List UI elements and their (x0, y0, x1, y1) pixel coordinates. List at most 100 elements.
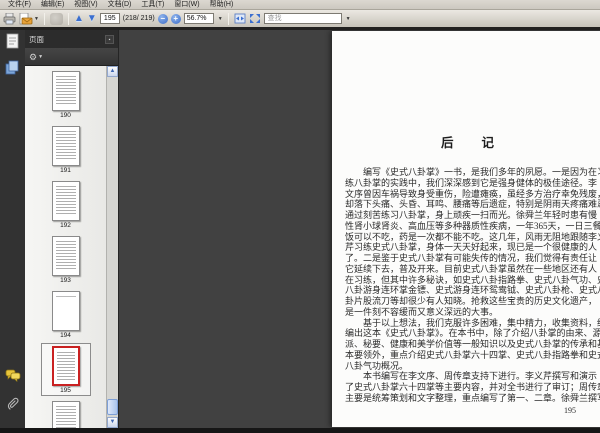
toolbar-separator (227, 12, 229, 25)
options-gear-icon[interactable]: ⚙ (29, 52, 37, 62)
text-line: 本要领外，重点介绍史式八卦掌六十四掌、史式八卦指路拳和史式 (345, 349, 600, 360)
menu-item[interactable]: 文件(F) (3, 0, 36, 10)
comments-panel-tab[interactable] (5, 369, 21, 387)
thumbnail-selection: 192 (41, 178, 91, 231)
thumbnail-item: 196 (41, 398, 91, 428)
thumbnail-page-label[interactable]: 194 (52, 332, 80, 339)
text-line: 了史式八卦掌六十四掌等主要内容，并对全书进行了审订；周传章 (345, 382, 600, 392)
window-bottom-edge (0, 428, 600, 433)
page-thumbnail[interactable] (51, 401, 80, 428)
thumbnail-scrollbar[interactable]: ▲ ▼ (106, 66, 118, 428)
text-line: 编出这本《史式八卦掌》。在本书中，除了介绍八卦掌的由来、源 (345, 328, 600, 339)
panel-options-button[interactable]: ▪ (105, 34, 114, 44)
thumbnail-item: 190 (41, 68, 91, 121)
page-thumbnail[interactable] (51, 71, 80, 111)
pages-panel-tab[interactable] (5, 33, 20, 54)
text-line: 性肾小球肾炎、高血压等多种器质性疾病，一年365天，一日三餐， (345, 220, 600, 231)
disabled-tool-button (49, 12, 63, 26)
zoom-dropdown-caret[interactable]: ▼ (218, 16, 223, 22)
page-thumbnail[interactable] (51, 181, 80, 221)
thumbnail-page-label[interactable]: 193 (52, 277, 80, 284)
thumbnail-list: 190 191 192 193 194 195 (25, 66, 106, 428)
thumbnail-text-preview (55, 296, 76, 326)
thumbnail-selection: 195 (40, 343, 91, 396)
menu-item[interactable]: 帮助(H) (205, 0, 239, 10)
next-page-button[interactable]: ▼ (87, 12, 97, 26)
toolbar-separator (67, 12, 69, 25)
navigation-tab-strip (0, 30, 25, 428)
menu-item[interactable]: 文档(D) (103, 0, 137, 10)
print-button[interactable] (3, 12, 16, 26)
thumbnail-selection: 194 (41, 288, 91, 341)
text-line: 八卦气功概况。 (345, 360, 409, 371)
text-line: 练八卦掌的实践中，我们深深感到它是强身健体的极佳途径。李 (345, 177, 598, 188)
panel-toolbar: ⚙ ▼ (25, 48, 118, 66)
text-line: 在习练，但其中许多秘诀，如史式八卦指路拳、史式八卦气功、史式 (345, 274, 600, 285)
thumbnail-selection: 193 (41, 233, 91, 286)
thumbnail-text-preview (55, 406, 76, 428)
thumbnail-text-preview (55, 76, 76, 106)
thumbnail-selection: 190 (41, 68, 91, 121)
pages-panel: 页面 ▪ ⚙ ▼ 190 191 192 193 194 195 ▲ ▼ (25, 30, 119, 428)
previous-page-button[interactable]: ▲ (74, 12, 84, 26)
thumbnail-area: 190 191 192 193 194 195 ▲ ▼ (25, 66, 118, 428)
find-input[interactable] (263, 13, 342, 24)
email-dropdown-caret[interactable]: ▼ (34, 16, 39, 22)
page-thumbnail[interactable] (51, 126, 80, 166)
page-thumbnail[interactable] (51, 291, 80, 331)
text-line: 芹习练史式八卦掌，身体一天天好起来，现已是一个很健康的人 (345, 242, 598, 253)
thumbnail-text-preview (55, 186, 76, 216)
disabled-tool-icon (49, 12, 63, 25)
page-thumbnail[interactable] (51, 236, 80, 276)
toolbar-separator (43, 12, 45, 25)
thumbnail-page-label[interactable]: 190 (52, 112, 80, 119)
layers-panel-tab[interactable] (5, 60, 20, 80)
zoom-in-button[interactable]: + (170, 13, 181, 24)
fit-page-button[interactable] (249, 12, 261, 26)
options-gear-caret[interactable]: ▼ (38, 54, 43, 60)
fit-width-button[interactable] (234, 12, 246, 26)
page-title: 后 记 (440, 136, 495, 150)
document-view[interactable]: 后 记 编写《史式八卦掌》一书，是我们多年的夙愿。一是因为在习 练八卦掌的实践中，… (119, 30, 600, 428)
menu-item[interactable]: 窗口(W) (169, 0, 204, 10)
scroll-up-button[interactable]: ▲ (107, 66, 118, 77)
thumbnail-selection: 191 (41, 123, 91, 176)
text-line: 八卦游身连环掌金镖、史式游身连环鸳鸯钺、史式八卦枪、史式八 (345, 285, 600, 296)
text-line: 本书编写在李文序、周传章支持下进行。李义芹撰写和演示 (345, 371, 598, 382)
text-line: 主要是统筹策划和文字整理，重点编写了第一、二章。徐舜兰撰写 (345, 392, 600, 403)
thumbnail-page-label[interactable]: 195 (52, 387, 80, 394)
menu-item[interactable]: 工具(T) (136, 0, 169, 10)
page-thumbnail[interactable] (51, 346, 80, 386)
email-button[interactable]: ▼ (19, 12, 39, 26)
menu-item[interactable]: 编辑(E) (36, 0, 69, 10)
bottom-tab-group (5, 369, 21, 416)
panel-title: 页面 (29, 34, 44, 44)
panel-header: 页面 ▪ (25, 30, 118, 48)
menu-bar: 文件(F) 编辑(E) 视图(V) 文档(D) 工具(T) 窗口(W) 帮助(H) (0, 0, 600, 10)
thumbnail-text-preview (56, 352, 75, 380)
find-dropdown-caret[interactable]: ▼ (346, 16, 351, 22)
text-line: 饭可以不吃，药是一次都不能不吃。这几年，风雨无阻地跟随李义 (345, 231, 600, 242)
scroll-down-button[interactable]: ▼ (107, 417, 118, 428)
thumbnail-page-label[interactable]: 192 (52, 222, 80, 229)
text-line: 通过刻苦练习八卦掌，身上顽疾一扫而光。徐舜兰年轻时患有慢 (345, 210, 598, 220)
text-line: 却落下头痛、头昏、耳鸣、腰痛等后遗症，特别是阴雨天疼痛难忍。 (345, 199, 600, 210)
text-line: 卦片股流刀等却很少有人知晓。抢救这些宝贵的历史文化遗产， (345, 296, 598, 306)
attachments-panel-tab[interactable] (6, 395, 19, 416)
zoom-level-input[interactable] (183, 13, 214, 24)
page-number-input[interactable] (99, 13, 120, 24)
text-line: 编写《史式八卦掌》一书，是我们多年的夙愿。一是因为在习 (345, 167, 600, 177)
toolbar: ▼ ▲ ▼ (218/ 219) − + ▼ ▼ (0, 10, 600, 27)
page-body: 编写《史式八卦掌》一书，是我们多年的夙愿。一是因为在习 练八卦掌的实践中，我们深深… (332, 167, 600, 404)
scrollbar-thumb[interactable] (107, 399, 118, 415)
thumbnail-selection: 196 (41, 398, 91, 428)
document-page: 后 记 编写《史式八卦掌》一书，是我们多年的夙愿。一是因为在习 练八卦掌的实践中，… (332, 31, 600, 427)
thumbnail-item: 195 (40, 343, 91, 396)
text-line: 文序曾因车祸导致身受重伤，险遭瘫痪，虽经多方治疗幸免残废， (345, 188, 600, 199)
text-line: 派、秘要、健康和美学价值等一般知识以及史式八卦掌的传承和基 (345, 339, 600, 349)
pdf-reader-window: 文件(F) 编辑(E) 视图(V) 文档(D) 工具(T) 窗口(W) 帮助(H) ▼ ▲ … (0, 0, 600, 433)
menu-item[interactable]: 视图(V) (69, 0, 102, 10)
thumbnail-page-label[interactable]: 191 (52, 167, 80, 174)
main-area: 页面 ▪ ⚙ ▼ 190 191 192 193 194 195 ▲ ▼ 后 记… (0, 30, 600, 428)
zoom-out-button[interactable]: − (157, 13, 168, 24)
